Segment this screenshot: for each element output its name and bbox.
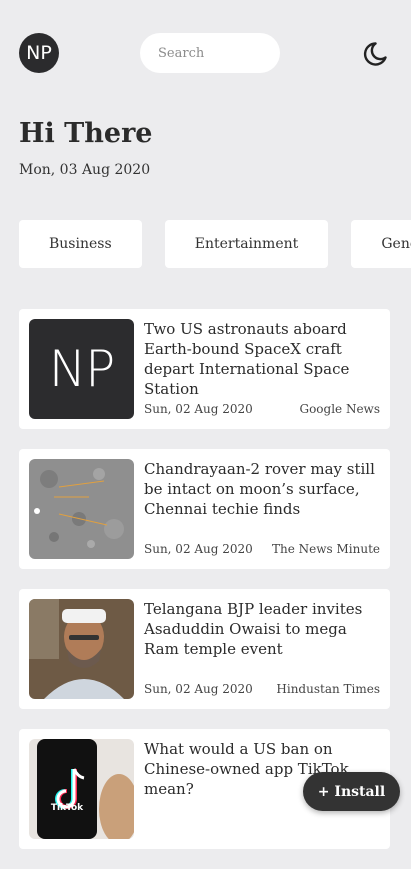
news-source: Hindustan Times [276,682,380,696]
news-thumbnail: TikTok [29,739,134,839]
logo-text: NP [26,42,52,64]
category-list: Business Entertainment General [19,220,411,270]
top-bar: NP [0,0,411,100]
greeting-heading: Hi There [19,118,153,149]
news-title: Telangana BJP leader invites Asaduddin O… [144,600,363,658]
news-card[interactable]: NP Two US astronauts aboard Earth-bound … [19,309,390,429]
tiktok-phone-image [29,739,134,839]
news-thumbnail [29,599,134,699]
category-entertainment[interactable]: Entertainment [164,220,329,268]
tiktok-logo-text: TikTok [50,803,84,813]
news-title: Two US astronauts aboard Earth-bound Spa… [144,320,350,398]
news-meta: Sun, 02 Aug 2020 The News Minute [144,542,380,556]
news-source: Google News [299,402,380,416]
news-date: Sun, 02 Aug 2020 [144,682,253,696]
news-title: Chandrayaan-2 rover may still be intact … [144,460,375,518]
current-date: Mon, 03 Aug 2020 [19,162,151,178]
news-card[interactable]: Telangana BJP leader invites Asaduddin O… [19,589,390,709]
install-button[interactable]: + Install [303,772,400,811]
news-thumbnail: NP [29,319,134,419]
logo[interactable]: NP [19,33,59,73]
news-meta: Sun, 02 Aug 2020 Hindustan Times [144,682,380,696]
category-business[interactable]: Business [19,220,142,268]
news-date: Sun, 02 Aug 2020 [144,402,253,416]
category-general[interactable]: General [351,220,411,268]
news-source: The News Minute [272,542,380,556]
news-card[interactable]: Chandrayaan-2 rover may still be intact … [19,449,390,569]
moon-surface-image [29,459,134,559]
search-input[interactable] [140,33,280,73]
moon-icon[interactable] [361,40,389,68]
news-date: Sun, 02 Aug 2020 [144,542,253,556]
news-thumbnail [29,459,134,559]
thumbnail-logo-text: NP [48,340,116,398]
person-photo [29,599,134,699]
news-meta: Sun, 02 Aug 2020 Google News [144,402,380,416]
